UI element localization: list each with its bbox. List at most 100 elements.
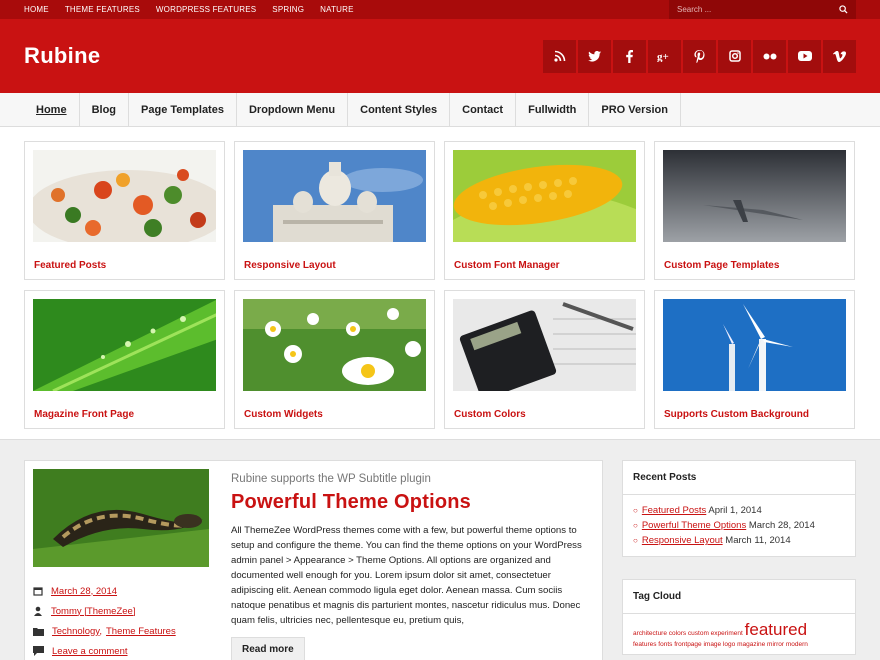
featured-card-title[interactable]: Custom Widgets [235,391,434,420]
post-left-column: March 28, 2014 Tommy [ThemeZee] Technolo… [33,469,216,660]
search-icon[interactable] [839,1,848,19]
nav-dropdown-menu[interactable]: Dropdown Menu [237,93,349,126]
snake-image[interactable] [33,469,209,567]
featured-card[interactable]: Responsive Layout [234,141,435,280]
nav-pro-version[interactable]: PRO Version [589,93,681,126]
facebook-icon[interactable] [613,39,646,73]
post-right-column: Rubine supports the WP Subtitle plugin P… [216,469,594,660]
post-title[interactable]: Powerful Theme Options [231,491,594,514]
post-date-row: March 28, 2014 [33,581,216,601]
top-search [669,0,856,19]
featured-card[interactable]: Supports Custom Background [654,290,855,429]
recent-post-link[interactable]: Responsive Layout [642,535,723,546]
nav-page-templates[interactable]: Page Templates [129,93,237,126]
tag-featured[interactable]: featured [745,620,807,639]
calendar-icon [33,587,43,596]
featured-grid: Featured Posts Responsive Layout Custom … [24,141,856,429]
featured-card-title[interactable]: Custom Colors [445,391,644,420]
search-input[interactable] [677,5,817,14]
svg-text:g+: g+ [657,51,669,62]
youtube-icon[interactable] [788,39,821,73]
nav-blog[interactable]: Blog [80,93,130,126]
recent-post-date: March 11, 2014 [725,535,791,546]
top-nav-theme-features[interactable]: THEME FEATURES [65,5,140,14]
post-author-row: Tommy [ThemeZee] [33,601,216,621]
pinterest-icon[interactable] [683,39,716,73]
recent-post-date: April 1, 2014 [708,505,762,516]
recent-posts-list: Featured Posts April 1, 2014 Powerful Th… [623,495,855,556]
tag-cloud-title: Tag Cloud [623,580,855,614]
recent-post-link[interactable]: Powerful Theme Options [642,520,746,531]
social-icons: g+ [543,39,856,73]
featured-card-title[interactable]: Featured Posts [25,242,224,271]
featured-card[interactable]: Featured Posts [24,141,225,280]
post-subtitle: Rubine supports the WP Subtitle plugin [231,473,431,485]
featured-card[interactable]: Custom Font Manager [444,141,645,280]
featured-card-title[interactable]: Magazine Front Page [25,391,224,420]
recent-posts-title: Recent Posts [623,461,855,495]
post-category-row: Technology, Theme Features [33,621,216,641]
nav-home[interactable]: Home [24,93,80,126]
post-excerpt: All ThemeZee WordPress themes come with … [231,525,582,626]
top-navigation: HOME THEME FEATURES WORDPRESS FEATURES S… [24,5,370,14]
user-icon [34,606,42,616]
daisies-image[interactable] [243,299,426,391]
folder-icon [33,627,44,636]
featured-posts-section: Featured Posts Responsive Layout Custom … [0,127,880,440]
wind-turbine-image[interactable] [663,299,846,391]
read-more-button[interactable]: Read more [231,637,305,660]
google-plus-icon[interactable]: g+ [648,39,681,73]
sidebar: Recent Posts Featured Posts April 1, 201… [622,460,856,660]
list-item: Powerful Theme Options March 28, 2014 [633,518,845,533]
featured-card-title[interactable]: Responsive Layout [235,242,434,271]
tag-cloud: architecture colors custom experiment fe… [623,614,855,654]
comment-icon [33,646,44,656]
post-comments-row: Leave a comment [33,641,216,660]
instagram-icon[interactable] [718,39,751,73]
leave-comment-link[interactable]: Leave a comment [52,646,128,657]
twitter-icon[interactable] [578,39,611,73]
top-bar: HOME THEME FEATURES WORDPRESS FEATURES S… [0,0,880,19]
basilica-image[interactable] [243,150,426,242]
plane-toy-image[interactable] [663,150,846,242]
featured-card[interactable]: Custom Widgets [234,290,435,429]
top-nav-nature[interactable]: NATURE [320,5,354,14]
category-theme-features[interactable]: Theme Features [106,626,176,637]
top-nav-spring[interactable]: SPRING [272,5,304,14]
tag-links-line1[interactable]: architecture colors custom experiment [633,630,743,637]
leaf-image[interactable] [33,299,216,391]
post-author[interactable]: Tommy [ThemeZee] [51,606,135,617]
nav-content-styles[interactable]: Content Styles [348,93,451,126]
calculator-image[interactable] [453,299,636,391]
featured-card[interactable]: Custom Colors [444,290,645,429]
top-nav-wordpress-features[interactable]: WORDPRESS FEATURES [156,5,256,14]
nav-contact[interactable]: Contact [450,93,517,126]
category-technology[interactable]: Technology, [52,626,102,637]
featured-card-title[interactable]: Custom Page Templates [655,242,854,271]
featured-card-title[interactable]: Supports Custom Background [655,391,854,420]
content-area: March 28, 2014 Tommy [ThemeZee] Technolo… [0,440,880,660]
featured-card[interactable]: Magazine Front Page [24,290,225,429]
site-title[interactable]: Rubine [24,43,100,69]
post-meta: March 28, 2014 Tommy [ThemeZee] Technolo… [33,581,216,660]
site-header: Rubine g+ [0,19,880,93]
salad-image[interactable] [33,150,216,242]
list-item: Responsive Layout March 11, 2014 [633,533,845,548]
recent-post-date: March 28, 2014 [748,520,815,531]
top-nav-home[interactable]: HOME [24,5,49,14]
corn-image[interactable] [453,150,636,242]
tag-links-line2[interactable]: features fonts frontpage image logo maga… [633,641,808,648]
main-navigation: Home Blog Page Templates Dropdown Menu C… [0,93,880,127]
post-card: March 28, 2014 Tommy [ThemeZee] Technolo… [24,460,603,660]
tag-cloud-widget: Tag Cloud architecture colors custom exp… [622,579,856,655]
vimeo-icon[interactable] [823,39,856,73]
post-date[interactable]: March 28, 2014 [51,586,117,597]
featured-card[interactable]: Custom Page Templates [654,141,855,280]
nav-fullwidth[interactable]: Fullwidth [516,93,590,126]
rss-icon[interactable] [543,39,576,73]
list-item: Featured Posts April 1, 2014 [633,503,845,518]
featured-card-title[interactable]: Custom Font Manager [445,242,644,271]
recent-posts-widget: Recent Posts Featured Posts April 1, 201… [622,460,856,557]
recent-post-link[interactable]: Featured Posts [642,505,706,516]
flickr-icon[interactable] [753,39,786,73]
